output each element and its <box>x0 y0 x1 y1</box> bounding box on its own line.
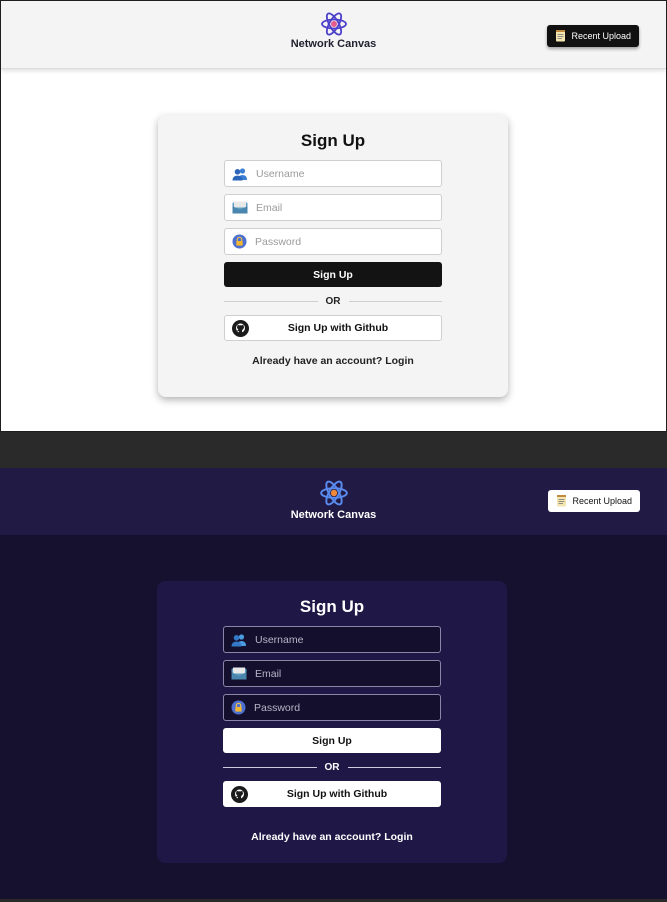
users-icon <box>232 167 247 180</box>
signup-button[interactable]: Sign Up <box>223 728 441 753</box>
login-prompt-text: Already have an account? <box>252 355 383 367</box>
signup-card: Sign Up S <box>158 115 508 397</box>
lock-icon <box>231 700 246 715</box>
signup-title: Sign Up <box>299 597 365 616</box>
login-prompt-line: Already have an account? Login <box>158 355 508 367</box>
username-field <box>224 160 442 187</box>
github-signup-label: Sign Up with Github <box>287 322 389 334</box>
recent-upload-label: Recent Upload <box>571 31 631 41</box>
atom-logo-icon <box>319 480 348 506</box>
github-signup-label: Sign Up with Github <box>286 788 388 800</box>
or-divider: OR <box>223 762 441 773</box>
divider-line-left <box>224 301 318 302</box>
lock-icon <box>232 234 247 249</box>
email-icon <box>232 201 248 214</box>
divider-text: OR <box>325 296 341 307</box>
atom-logo-icon <box>320 12 347 36</box>
recent-upload-label: Recent Upload <box>572 496 632 506</box>
email-icon <box>231 667 247 680</box>
github-icon <box>231 786 248 803</box>
top-header: Network Canvas Recent Upload <box>1 1 666 69</box>
github-signup-button[interactable]: Sign Up with Github <box>224 315 442 341</box>
password-field <box>223 694 441 721</box>
github-signup-button[interactable]: Sign Up with Github <box>223 781 441 807</box>
login-prompt-line: Already have an account? Login <box>157 831 507 843</box>
login-link[interactable]: Login <box>385 355 414 367</box>
email-input[interactable] <box>255 667 425 680</box>
username-input[interactable] <box>256 167 426 180</box>
recent-upload-button[interactable]: Recent Upload <box>547 25 639 47</box>
notepad-icon <box>556 30 566 42</box>
top-header: Network Canvas Recent Upload <box>0 468 667 535</box>
divider-line-right <box>347 767 441 768</box>
email-field <box>223 660 441 687</box>
users-icon <box>231 633 246 646</box>
divider-text: OR <box>324 762 340 773</box>
or-divider: OR <box>224 296 442 307</box>
divider-line-right <box>348 301 442 302</box>
light-theme-screen: Network Canvas Recent Upload Sign Up Use… <box>0 0 667 432</box>
login-prompt-text: Already have an account? <box>251 831 382 843</box>
github-icon <box>232 320 249 337</box>
recent-upload-button[interactable]: Recent Upload <box>548 490 640 512</box>
signup-title: Sign Up <box>300 131 366 150</box>
email-field <box>224 194 442 221</box>
signup-card: Sign Up S <box>157 581 507 863</box>
password-input[interactable] <box>254 701 424 714</box>
password-field <box>224 228 442 255</box>
username-field <box>223 626 441 653</box>
dark-theme-screen: Network Canvas Recent Upload Sign Up Use… <box>0 468 667 899</box>
username-input[interactable] <box>255 633 425 646</box>
signup-button[interactable]: Sign Up <box>224 262 442 287</box>
email-input[interactable] <box>256 201 426 214</box>
divider-line-left <box>223 767 317 768</box>
notepad-icon <box>557 495 567 507</box>
password-input[interactable] <box>255 235 425 248</box>
login-link[interactable]: Login <box>384 831 413 843</box>
